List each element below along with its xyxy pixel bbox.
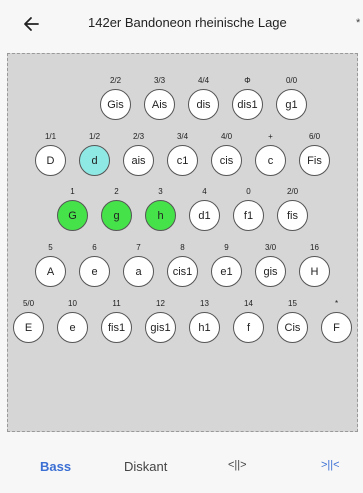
key-fingering-label: 3	[158, 187, 163, 196]
key-fingering-label: 5	[48, 243, 53, 252]
back-arrow-icon[interactable]	[18, 10, 46, 38]
key-fingering-label: 4/0	[220, 132, 233, 141]
key-fingering-label: 3/3	[153, 76, 166, 85]
key-fingering-label: 14	[244, 299, 253, 308]
key-fingering-label: 16	[310, 243, 319, 252]
key-button[interactable]: Ais	[144, 89, 175, 120]
app-header: 142er Bandoneon rheinische Lage *	[0, 0, 363, 46]
key-fingering-label: 4	[202, 187, 207, 196]
key-fingering-label: 6	[92, 243, 97, 252]
key-button[interactable]: Gis	[100, 89, 131, 120]
keyboard-board: 2/2 Gis 3/3 Ais 4/4 dis Φdis1 0/0 g1 1/1 D 1/2 d 2/3 a…	[7, 53, 358, 432]
key-fingering-label: 7	[136, 243, 141, 252]
key-fingering-label: +	[268, 132, 273, 141]
tab-pull[interactable]: <||>	[228, 459, 247, 471]
key-button[interactable]: D	[35, 145, 66, 176]
key-fingering-label: 13	[200, 299, 209, 308]
key-fingering-label: 6/0	[308, 132, 321, 141]
key-button[interactable]: gis1	[145, 312, 176, 343]
key-button[interactable]: a	[123, 256, 154, 287]
key-button[interactable]: e	[57, 312, 88, 343]
key-fingering-label: 1/2	[88, 132, 101, 141]
key-button[interactable]: E	[13, 312, 44, 343]
key-fingering-label: 0/0	[285, 76, 298, 85]
key-button[interactable]: g1	[276, 89, 307, 120]
key-button[interactable]: fis	[277, 200, 308, 231]
header-star: *	[356, 17, 361, 29]
tab-push[interactable]: >||<	[321, 459, 340, 471]
key-button[interactable]: H	[299, 256, 330, 287]
key-button[interactable]: F	[321, 312, 352, 343]
page-title: 142er Bandoneon rheinische Lage	[88, 15, 287, 30]
key-button[interactable]: cis1	[167, 256, 198, 287]
key-fingering-label: 9	[224, 243, 229, 252]
key-fingering-label: 1/1	[44, 132, 57, 141]
key-button[interactable]: dis1	[232, 89, 263, 120]
key-button[interactable]: d1	[189, 200, 220, 231]
key-fingering-label: 2	[114, 187, 119, 196]
key-button[interactable]: cis	[211, 145, 242, 176]
key-fingering-label: *	[334, 299, 339, 308]
key-fingering-label: 2/2	[109, 76, 122, 85]
key-fingering-label: 12	[156, 299, 165, 308]
key-fingering-label: 10	[68, 299, 77, 308]
key-button[interactable]: fis1	[101, 312, 132, 343]
tab-bass[interactable]: Bass	[40, 459, 71, 474]
key-button[interactable]: f	[233, 312, 264, 343]
key-button[interactable]: h	[145, 200, 176, 231]
key-button[interactable]: c	[255, 145, 286, 176]
key-button[interactable]: e1	[211, 256, 242, 287]
key-button[interactable]: Cis	[277, 312, 308, 343]
key-fingering-label: Φ	[244, 76, 251, 85]
key-fingering-label: 11	[112, 299, 121, 308]
key-fingering-label: 2/0	[286, 187, 299, 196]
key-button[interactable]: d	[79, 145, 110, 176]
key-fingering-label: 3/0	[264, 243, 277, 252]
key-button[interactable]: e	[79, 256, 110, 287]
key-fingering-label: 3/4	[176, 132, 189, 141]
key-button[interactable]: dis	[188, 89, 219, 120]
key-button[interactable]: h1	[189, 312, 220, 343]
key-button[interactable]: g	[101, 200, 132, 231]
tab-diskant[interactable]: Diskant	[124, 459, 167, 474]
key-fingering-label: 5/0	[22, 299, 35, 308]
key-button[interactable]: f1	[233, 200, 264, 231]
key-fingering-label: 15	[288, 299, 297, 308]
key-fingering-label: 1	[70, 187, 75, 196]
key-fingering-label: 0	[246, 187, 251, 196]
key-button[interactable]: c1	[167, 145, 198, 176]
key-button[interactable]: G	[57, 200, 88, 231]
key-fingering-label: 8	[180, 243, 185, 252]
bottom-tab-bar: Bass Diskant <||> >||<	[0, 455, 363, 485]
key-fingering-label: 4/4	[197, 76, 210, 85]
key-fingering-label: 2/3	[132, 132, 145, 141]
key-button[interactable]: A	[35, 256, 66, 287]
key-button[interactable]: Fis	[299, 145, 330, 176]
key-button[interactable]: ais	[123, 145, 154, 176]
key-button[interactable]: gis	[255, 256, 286, 287]
